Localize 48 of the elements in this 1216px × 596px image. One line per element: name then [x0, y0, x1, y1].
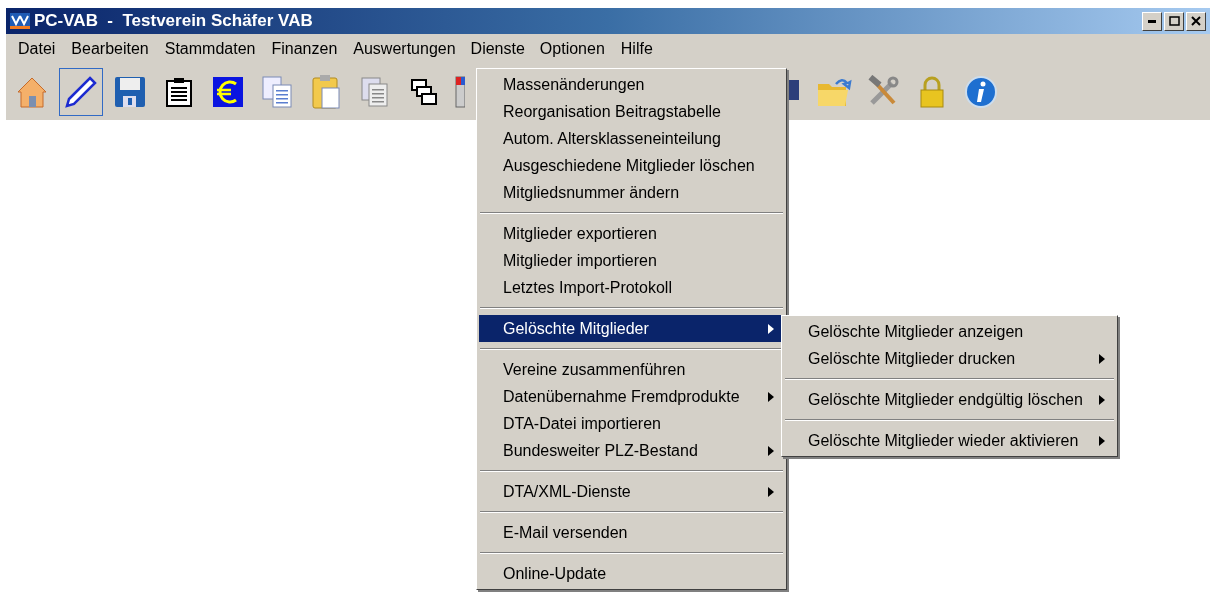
document-icon — [360, 76, 390, 108]
menu-title[interactable]: Hilfe — [612, 37, 661, 61]
menu-item[interactable]: Reorganisation Beitragstabelle — [479, 98, 784, 125]
lock-icon — [918, 75, 946, 109]
menu-item[interactable]: Mitglieder importieren — [479, 247, 784, 274]
menu-title[interactable]: Finanzen — [263, 37, 346, 61]
menu-item[interactable]: Letztes Import-Protokoll — [479, 274, 784, 301]
clipboard-icon — [311, 74, 341, 110]
maximize-button[interactable] — [1164, 11, 1184, 31]
minimize-icon — [1148, 19, 1156, 23]
menu-item[interactable]: Gelöschte Mitglieder anzeigen — [784, 318, 1115, 345]
menu-item[interactable]: Vereine zusammenführen — [479, 356, 784, 383]
minimize-button[interactable] — [1142, 11, 1162, 31]
toolbar-button[interactable] — [59, 68, 103, 116]
menu-item[interactable]: Online-Update — [479, 560, 784, 587]
menu-title[interactable]: Dienste — [463, 38, 532, 60]
menu-item[interactable]: Mitgliedsnummer ändern — [479, 179, 784, 206]
menu-item[interactable]: Autom. Altersklasseneinteilung — [479, 125, 784, 152]
menu-item[interactable]: Mitglieder exportieren — [479, 220, 784, 247]
app-logo-icon — [10, 13, 30, 29]
euro-icon — [213, 77, 243, 107]
menu-item[interactable]: Datenübernahme Fremdprodukte — [479, 383, 784, 410]
info-icon — [964, 75, 998, 109]
documents-icon — [261, 75, 293, 109]
menu-title[interactable]: Auswertungen — [345, 37, 464, 61]
folder-icon — [816, 76, 852, 108]
maximize-icon — [1168, 16, 1180, 26]
menu-item[interactable]: DTA/XML-Dienste — [479, 478, 784, 505]
printer-icon — [455, 76, 465, 108]
menu-item[interactable]: DTA-Datei importieren — [479, 410, 784, 437]
menu-item[interactable]: Gelöschte Mitglieder endgültig löschen — [784, 386, 1115, 413]
window-title: PC-VAB - Testverein Schäfer VAB — [34, 11, 314, 31]
menu-item[interactable]: Ausgeschiedene Mitglieder löschen — [479, 152, 784, 179]
menu-item[interactable]: Gelöschte Mitglieder — [479, 315, 784, 342]
clipboard-icon — [165, 77, 193, 107]
menu-item[interactable]: Gelöschte Mitglieder drucken — [784, 345, 1115, 372]
menu-title[interactable]: Datei — [10, 37, 64, 61]
menu-item[interactable]: Bundesweiter PLZ-Bestand — [479, 437, 784, 464]
menu-title[interactable]: Stammdaten — [156, 37, 264, 61]
close-icon — [1191, 16, 1201, 26]
menu-title[interactable]: Bearbeiten — [63, 37, 157, 61]
windows-icon — [410, 78, 438, 106]
close-button[interactable] — [1186, 11, 1206, 31]
menu-item[interactable]: E-Mail versenden — [479, 519, 784, 546]
menu-item[interactable]: Massenänderungen — [479, 71, 784, 98]
pen-icon — [64, 75, 98, 109]
menu-title[interactable]: Optionen — [531, 37, 613, 61]
menu-item[interactable]: Gelöschte Mitglieder wieder aktivieren — [784, 427, 1115, 454]
